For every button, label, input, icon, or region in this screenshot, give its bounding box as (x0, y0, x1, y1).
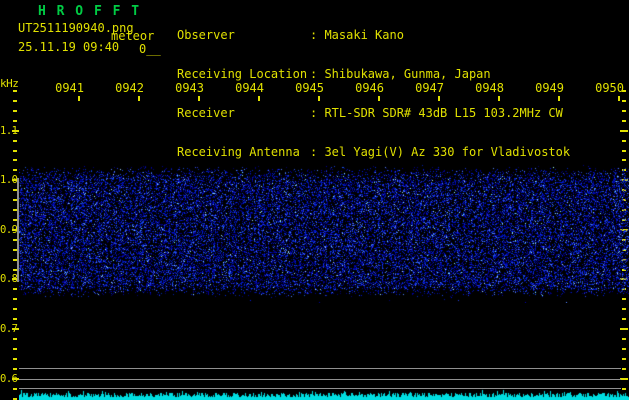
freq-minor-tick-right (622, 358, 626, 360)
freq-minor-tick-left (13, 338, 17, 340)
freq-minor-tick-right (622, 150, 626, 152)
freq-minor-tick-right (622, 348, 626, 350)
time-tick-mark (498, 96, 500, 101)
antenna-label: Receiving Antenna (177, 145, 300, 159)
app-title: H R O F F T (38, 4, 141, 19)
freq-minor-tick-left (13, 169, 17, 171)
separator: : (310, 67, 325, 81)
freq-major-tick-right (620, 378, 628, 380)
time-tick-label: 0949 (535, 81, 564, 95)
freq-tick-label: 1.1 (0, 125, 18, 137)
freq-major-tick-right (620, 130, 628, 132)
echo-counter: 0__ (139, 42, 161, 56)
antenna-row: Receiving Antenna: 3el Yagi(V) Az 330 fo… (177, 146, 570, 159)
freq-minor-tick-right (622, 368, 626, 370)
separator: : (310, 106, 325, 120)
freq-minor-tick-right (622, 90, 626, 92)
observer-value: Masaki Kano (324, 28, 404, 42)
freq-minor-tick-left (13, 388, 17, 390)
location-label: Receiving Location (177, 67, 308, 81)
freq-tick-label: 0.7 (0, 323, 18, 335)
reference-hline-1 (19, 368, 621, 369)
hrofft-screen: H R O F F T UT2511190940.png meteor 25.1… (0, 0, 629, 400)
freq-minor-tick-left (13, 358, 17, 360)
calibration-vline (17, 178, 19, 282)
freq-minor-tick-left (13, 308, 17, 310)
location-row: Receiving Location: Shibukawa, Gunma, Ja… (177, 68, 570, 81)
freq-minor-tick-left (13, 90, 17, 92)
freq-minor-tick-left (13, 348, 17, 350)
freq-axis-unit: kHz (0, 77, 19, 90)
time-tick-label: 0941 (55, 81, 84, 95)
time-tick-label: 0950 (595, 81, 624, 95)
spectrogram-noise-band (19, 163, 629, 303)
freq-tick-label: 0.8 (0, 273, 18, 285)
freq-minor-tick-left (13, 100, 17, 102)
freq-minor-tick-left (13, 150, 17, 152)
freq-minor-tick-right (622, 318, 626, 320)
separator: : (310, 28, 325, 42)
time-tick-mark (378, 96, 380, 101)
freq-tick-label: 0.6 (0, 373, 18, 385)
freq-minor-tick-left (13, 368, 17, 370)
observer-row: Observer: Masaki Kano (177, 29, 570, 42)
freq-minor-tick-right (622, 308, 626, 310)
receiver-row: Receiver: RTL-SDR SDR# 43dB L15 103.2MHz… (177, 107, 570, 120)
time-tick-label: 0946 (355, 81, 384, 95)
freq-minor-tick-left (13, 140, 17, 142)
freq-minor-tick-left (13, 159, 17, 161)
time-tick-label: 0942 (115, 81, 144, 95)
freq-minor-tick-right (622, 140, 626, 142)
time-tick-mark (558, 96, 560, 101)
freq-minor-tick-left (13, 288, 17, 290)
separator: : (310, 145, 325, 159)
time-tick-mark (438, 96, 440, 101)
time-tick-label: 0947 (415, 81, 444, 95)
time-tick-label: 0943 (175, 81, 204, 95)
freq-minor-tick-right (622, 100, 626, 102)
time-tick-mark (198, 96, 200, 101)
freq-minor-tick-right (622, 120, 626, 122)
time-tick-label: 0944 (235, 81, 264, 95)
freq-tick-label: 1.0 (0, 174, 18, 186)
time-tick-label: 0945 (295, 81, 324, 95)
time-tick-label: 0948 (475, 81, 504, 95)
freq-minor-tick-right (622, 159, 626, 161)
reference-hline-2 (19, 379, 621, 380)
receiver-value: RTL-SDR SDR# 43dB L15 103.2MHz CW (324, 106, 563, 120)
observer-label: Observer (177, 28, 235, 42)
freq-minor-tick-left (13, 120, 17, 122)
freq-minor-tick-left (13, 318, 17, 320)
time-tick-mark (258, 96, 260, 101)
observation-datetime: 25.11.19 09:40 (18, 40, 120, 54)
time-tick-mark (618, 96, 620, 101)
antenna-value: 3el Yagi(V) Az 330 for Vladivostok (324, 145, 571, 159)
time-tick-mark (318, 96, 320, 101)
freq-minor-tick-left (13, 110, 17, 112)
time-tick-mark (138, 96, 140, 101)
freq-minor-tick-right (622, 338, 626, 340)
freq-minor-tick-left (13, 298, 17, 300)
freq-tick-label: 0.9 (0, 224, 18, 236)
time-tick-mark (78, 96, 80, 101)
signal-level-trace (19, 388, 629, 400)
freq-minor-tick-right (622, 110, 626, 112)
receiver-label: Receiver (177, 106, 235, 120)
location-value: Shibukawa, Gunma, Japan (324, 67, 491, 81)
freq-major-tick-right (620, 328, 628, 330)
